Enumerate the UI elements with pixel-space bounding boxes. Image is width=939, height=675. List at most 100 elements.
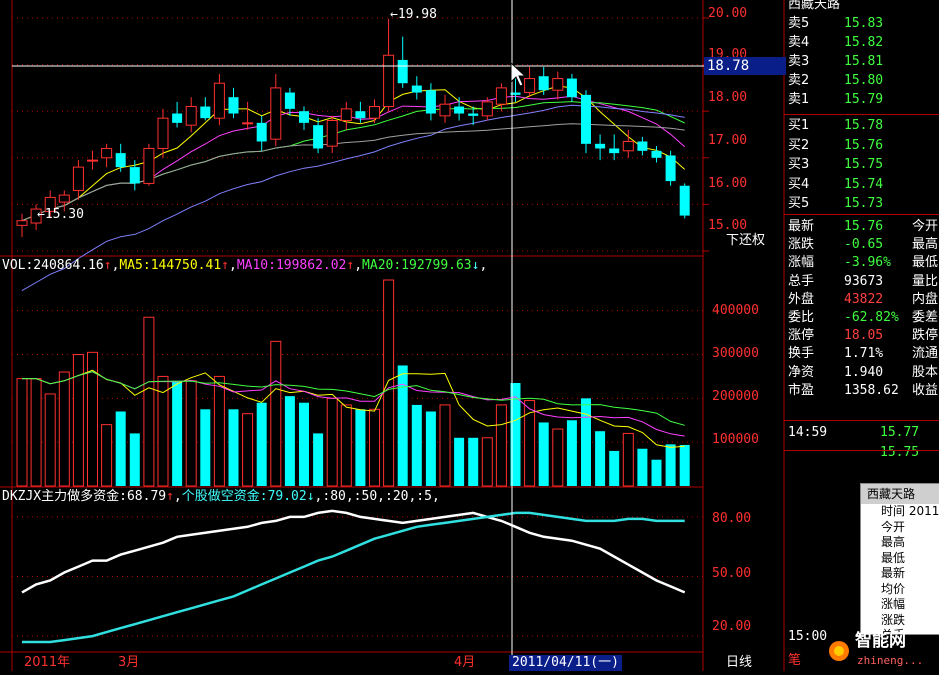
info-popup[interactable]: 西藏天路 时间 2011 今开 最高 最低 最新 均价 涨幅 涨跌 总手 [860, 483, 939, 642]
volume-bar-up [383, 279, 395, 487]
volume-bar-up [270, 340, 282, 487]
quote-label: 买3 [788, 157, 810, 172]
popup-title[interactable]: 西藏天路 [861, 484, 939, 504]
volume-bar-down [425, 411, 436, 486]
quote-extra-label: 股本 [912, 364, 939, 380]
volume-bar-up [369, 408, 380, 487]
mouse-cursor-icon [510, 62, 526, 87]
candle-body-down [581, 94, 591, 144]
quote-label: 委比 [788, 310, 815, 325]
candle-body-down [129, 167, 140, 184]
popup-item[interactable]: 涨幅 [861, 597, 939, 613]
stat-row: 涨停 18.05 跌停 [784, 327, 939, 344]
quote-value: 15.81 [844, 54, 884, 69]
candle-body-down [355, 111, 366, 119]
popup-item[interactable]: 最低 [861, 551, 939, 567]
quote-extra-label: 跌停 [912, 328, 939, 344]
candle-body-up [72, 166, 84, 191]
price-tick-label: 15.00 [708, 218, 748, 233]
volume-bar-down [129, 433, 140, 486]
tick-price: 15.77 [880, 425, 920, 440]
quote-value: 15.75 [844, 157, 884, 172]
bottom-time: 15:00 [788, 629, 828, 644]
candle-body-up [481, 101, 493, 117]
watermark-domain: zhineng... [857, 654, 924, 667]
quote-extra-label: 委差 [912, 310, 939, 325]
volume-bar-down [454, 437, 465, 486]
popup-item[interactable]: 涨跌 [861, 613, 939, 629]
candle-body-up [58, 194, 70, 203]
time-axis-label: 4月 [454, 655, 476, 670]
candle-body-down [172, 113, 183, 123]
volume-bar-up [340, 404, 352, 487]
popup-item[interactable]: 时间 2011 [861, 504, 939, 520]
volume-bar-down [313, 433, 324, 486]
quote-label: 买5 [788, 196, 810, 211]
main-fund-line [21, 509, 686, 594]
stat-row: 净资 1.940 股本 [784, 364, 939, 381]
candle-body-up [270, 87, 282, 140]
quote-label: 涨跌 [788, 237, 815, 253]
candle-body-down [538, 76, 549, 91]
indicator-tick-label: 80.00 [712, 511, 752, 526]
candle-body-up [369, 106, 380, 119]
volume-bar-up [213, 375, 225, 487]
quote-value: 15.83 [844, 16, 884, 31]
candle-body-up [213, 82, 225, 119]
time-axis-label: 2011年 [24, 655, 71, 670]
stat-row: 涨跌 -0.65 最高 [784, 236, 939, 253]
candle-body-up [495, 87, 507, 105]
volume-bar-up [622, 432, 634, 487]
header-segment: , [354, 258, 363, 273]
candle-body-up [340, 108, 352, 122]
quote-label: 换手 [788, 346, 815, 362]
header-segment: ↑ [166, 489, 174, 504]
volume-bar-down [468, 437, 479, 486]
volume-bar-down [566, 420, 577, 486]
adjust-mode-label[interactable]: 下还权 [726, 233, 765, 249]
volume-bar-up [44, 393, 56, 487]
volume-bar-up [552, 428, 564, 487]
candle-body-down [228, 97, 239, 114]
popup-item[interactable]: 均价 [861, 582, 939, 598]
candle-body-down [651, 150, 662, 158]
quote-label: 卖1 [788, 92, 810, 107]
volume-bar-down [637, 448, 648, 486]
quote-title: 西藏天路 [784, 0, 939, 13]
tick-row: 15.75 [784, 444, 939, 461]
header-segment: 个股做空资金:79.02 [181, 489, 307, 504]
candle-body-down [115, 153, 126, 168]
time-axis-label: 3月 [118, 655, 140, 670]
volume-bar-up [242, 413, 254, 487]
stat-row: 总手 93673 量比 [784, 273, 939, 290]
volume-bar-up [143, 316, 155, 487]
candle-body-up [439, 103, 451, 117]
popup-item[interactable]: 最高 [861, 535, 939, 551]
buy-row: 买1 15.78 [784, 117, 939, 134]
tick-price: 15.75 [880, 445, 920, 460]
period-label[interactable]: 日线 [726, 655, 752, 671]
volume-bar-down [581, 398, 591, 486]
candle-body-up [383, 54, 395, 108]
price-tick-label: 16.00 [708, 176, 748, 191]
quote-value: -3.96% [844, 255, 891, 271]
popup-item[interactable]: 最新 [861, 566, 939, 582]
volume-bar-down [595, 431, 606, 486]
candle-body-down [299, 111, 309, 123]
quote-value: -62.82% [844, 310, 899, 325]
candle-body-down [200, 106, 211, 119]
quote-value: 1358.62 [844, 382, 899, 398]
candle-body-down [637, 141, 648, 151]
buy-row: 买3 15.75 [784, 156, 939, 173]
stat-row: 市盈 1358.62 收益 [784, 382, 939, 399]
quote-label: 买1 [788, 118, 810, 133]
volume-bar-down [200, 409, 211, 486]
quote-label: 市盈 [788, 382, 815, 398]
quote-extra-label: 今开 [912, 219, 939, 234]
stat-row: 换手 1.71% 流通 [784, 345, 939, 362]
quote-label: 总手 [788, 273, 815, 289]
volume-bar-down [256, 402, 267, 486]
popup-item[interactable]: 今开 [861, 520, 939, 536]
quote-extra-label: 流通 [912, 346, 939, 362]
header-segment: DKZJX主力做多资金:68.79 [2, 489, 167, 504]
